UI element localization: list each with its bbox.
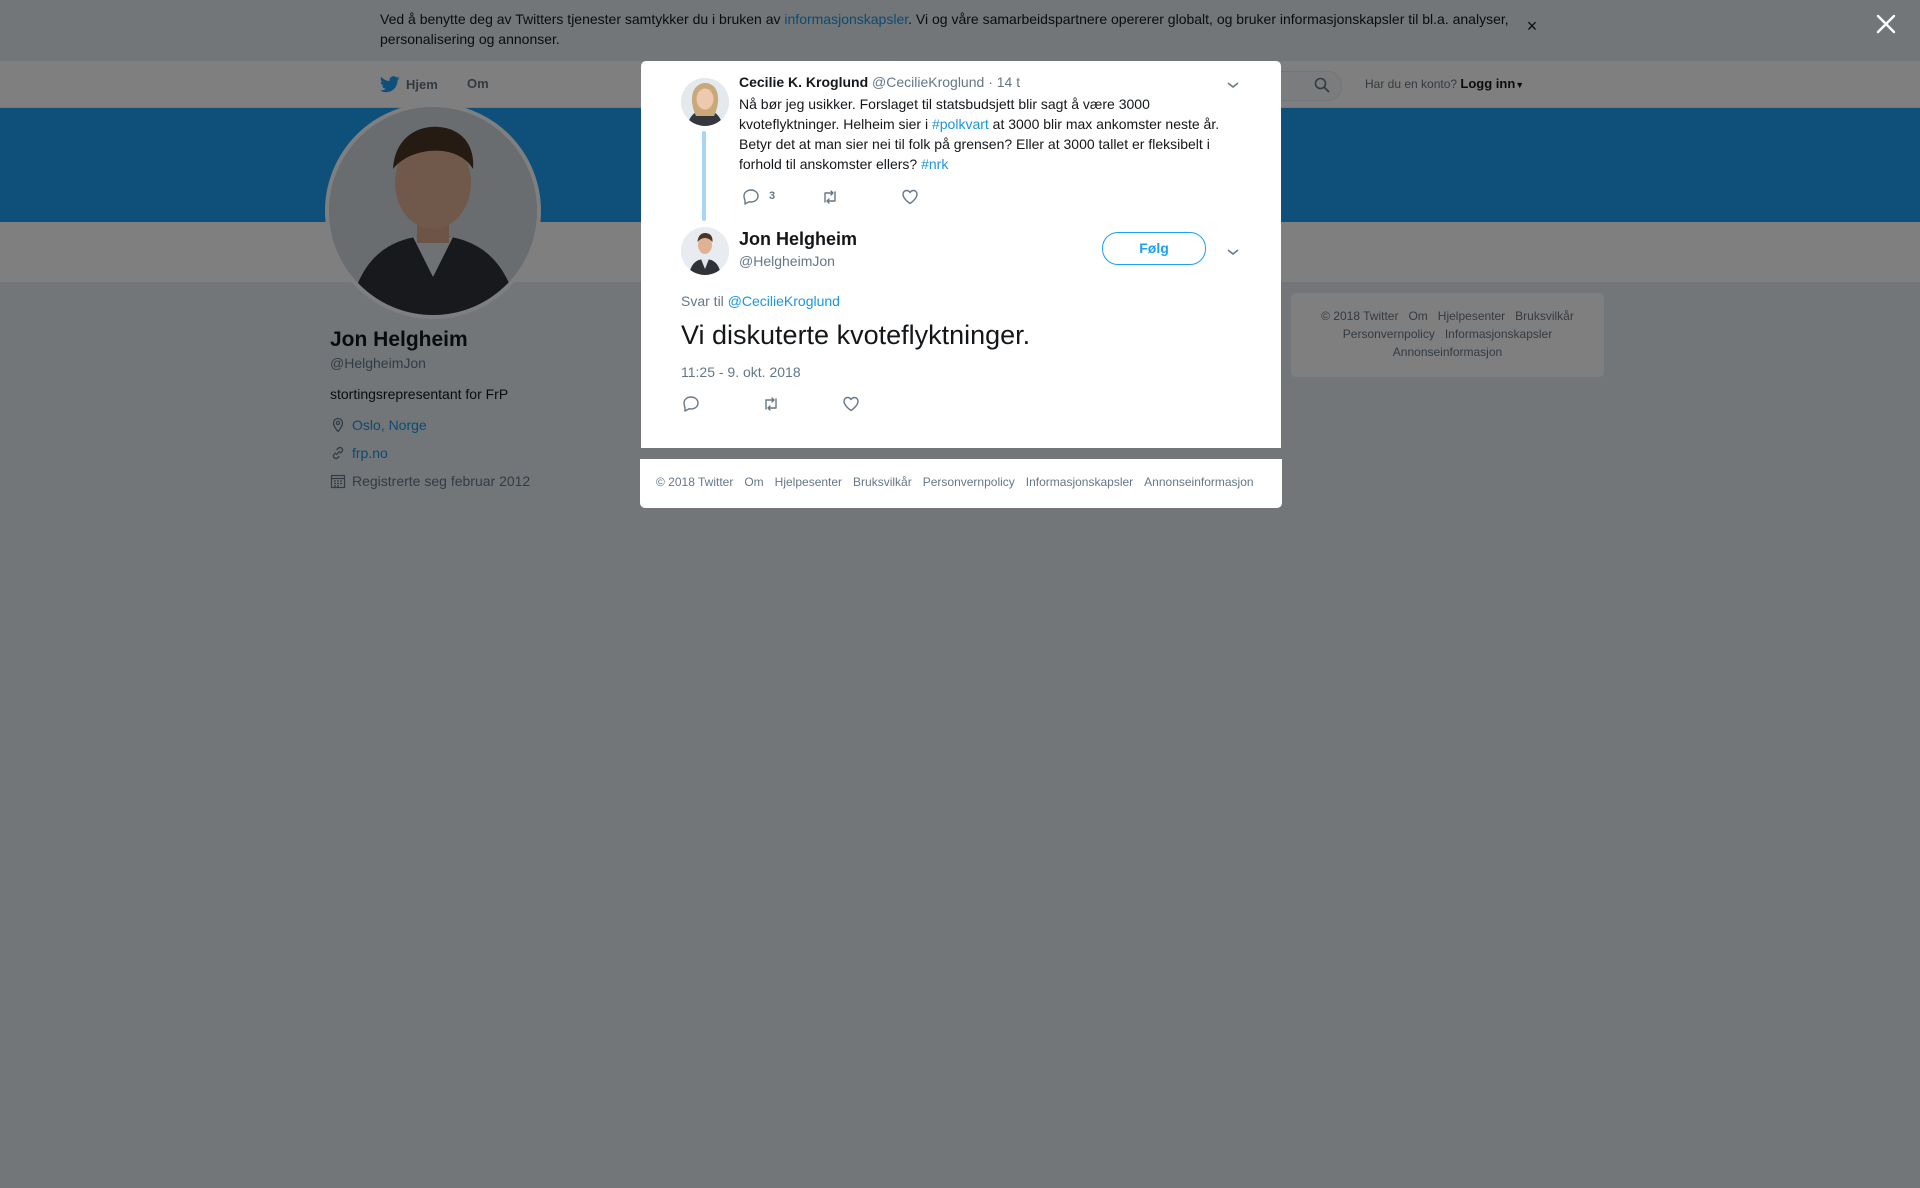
parent-author-name[interactable]: Cecilie K. Kroglund [739,74,868,90]
hashtag-link[interactable]: #polkvart [932,116,989,132]
parent-tweet-time[interactable]: 14 t [997,74,1020,90]
retweet-icon[interactable] [761,394,781,414]
main-author-name[interactable]: Jon Helgheim [739,229,857,250]
like-heart-icon[interactable] [900,187,920,207]
main-tweet-avatar[interactable] [681,227,729,275]
main-tweet-timestamp[interactable]: 11:25 - 9. okt. 2018 [681,364,801,380]
chevron-down-icon[interactable] [1225,77,1241,93]
footer-link[interactable]: Informasjonskapsler [1026,475,1133,489]
footer-link[interactable]: Bruksvilkår [853,475,912,489]
retweet-icon[interactable] [820,187,840,207]
parent-tweet-text: Nå bør jeg usikker. Forslaget til statsb… [739,96,1220,172]
parent-tweet-avatar[interactable] [681,78,729,126]
footer-link[interactable]: Om [744,475,763,489]
like-heart-icon[interactable] [841,394,861,414]
footer-link[interactable]: Annonseinformasjon [1144,475,1253,489]
modal-footer-links: © 2018 Twitter Om Hjelpesenter Bruksvilkår P… [656,475,1265,489]
hashtag-link[interactable]: #nrk [921,156,948,172]
reply-to-context: Svar til @CecilieKroglund [681,293,840,309]
reply-icon[interactable] [741,187,761,207]
main-avatar-image [681,227,729,275]
footer-link[interactable]: Personvernpolicy [923,475,1015,489]
chevron-down-icon[interactable] [1225,244,1241,260]
modal-footer: © 2018 Twitter Om Hjelpesenter Bruksvilkår P… [640,459,1282,508]
thread-connector-line [702,131,706,221]
reply-to-handle-link[interactable]: @CecilieKroglund [728,293,840,309]
reply-count: 3 [769,190,776,202]
follow-button[interactable]: Følg [1102,232,1206,265]
parent-avatar-image [681,78,729,126]
main-tweet-text: Vi diskuterte kvoteflyktninger. [681,320,1031,350]
parent-tweet-header: Cecilie K. Kroglund @CecilieKroglund · 1… [739,74,1020,90]
tweet-permalink-modal: Cecilie K. Kroglund @CecilieKroglund · 1… [641,61,1281,448]
close-icon[interactable] [1874,12,1898,36]
reply-icon[interactable] [681,394,701,414]
main-author-handle[interactable]: @HelgheimJon [739,253,835,269]
parent-author-handle[interactable]: @CecilieKroglund [872,74,984,90]
footer-link: © 2018 Twitter [656,475,734,489]
separator-dot: · [988,74,993,90]
footer-link[interactable]: Hjelpesenter [775,475,842,489]
